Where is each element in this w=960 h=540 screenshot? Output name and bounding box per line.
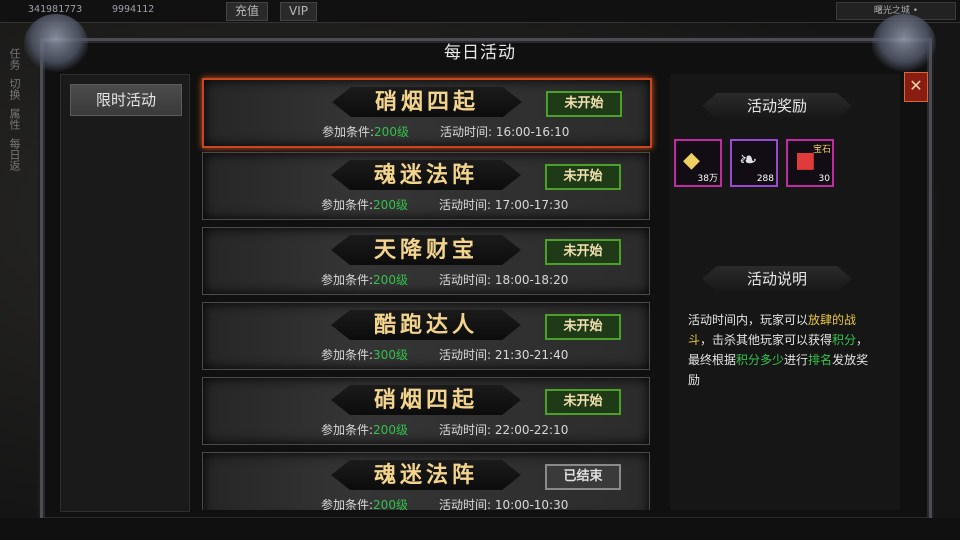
activity-card[interactable]: 硝烟四起 未开始 参加条件:200级 活动时间: 22:00-22:10 bbox=[202, 377, 650, 445]
activity-card[interactable]: 天降财宝 未开始 参加条件:200级 活动时间: 18:00-18:20 bbox=[202, 227, 650, 295]
reward-slot[interactable]: ■ 宝石 30 bbox=[786, 139, 834, 187]
description-title: 活动说明 bbox=[702, 266, 852, 292]
vip-button[interactable]: VIP bbox=[280, 2, 317, 21]
desc-part: 进行 bbox=[784, 353, 809, 367]
time-label: 活动时间: bbox=[439, 348, 492, 362]
status-button[interactable]: 未开始 bbox=[545, 314, 621, 340]
requirement: 参加条件:200级 bbox=[321, 271, 408, 288]
requirement: 参加条件:200级 bbox=[322, 123, 409, 140]
activity-name: 天降财宝 bbox=[373, 237, 478, 263]
close-button[interactable]: ✕ bbox=[904, 72, 928, 102]
activity-card[interactable]: 硝烟四起 未开始 参加条件:200级 活动时间: 16:00-16:10 bbox=[202, 78, 652, 148]
activity-time: 活动时间: 17:00-17:30 bbox=[439, 196, 568, 213]
requirement-level: 200级 bbox=[373, 423, 408, 437]
window-title-bar: 每日活动 bbox=[352, 38, 608, 68]
activity-time: 活动时间: 22:00-22:10 bbox=[439, 421, 568, 438]
tab-column bbox=[60, 74, 190, 512]
side-label-task[interactable]: 任务 bbox=[6, 48, 22, 70]
reward-slot[interactable]: ◆ 38万 bbox=[674, 139, 722, 187]
requirement: 参加条件:200级 bbox=[321, 421, 408, 438]
tab-limited-activity[interactable]: 限时活动 bbox=[70, 84, 182, 116]
dragon-ornament-left-icon bbox=[24, 14, 88, 74]
rewards-title: 活动奖励 bbox=[702, 93, 852, 119]
activity-name: 酷跑达人 bbox=[373, 312, 478, 338]
time-label: 活动时间: bbox=[439, 423, 492, 437]
feather-icon: ❧ bbox=[739, 148, 758, 173]
activity-time: 活动时间: 10:00-10:30 bbox=[439, 496, 568, 510]
desc-part-highlight: 积分 bbox=[832, 333, 857, 347]
status-button-ended[interactable]: 已结束 bbox=[545, 464, 621, 490]
bottom-hud bbox=[0, 518, 960, 540]
requirement-level: 300级 bbox=[373, 348, 408, 362]
status-button[interactable]: 未开始 bbox=[545, 164, 621, 190]
side-label-daily[interactable]: 每日返 bbox=[6, 138, 22, 171]
activity-name: 硝烟四起 bbox=[374, 89, 479, 115]
activity-card[interactable]: 魂迷法阵 未开始 参加条件:200级 活动时间: 17:00-17:30 bbox=[202, 152, 650, 220]
activity-name: 魂迷法阵 bbox=[373, 162, 478, 188]
activity-name: 硝烟四起 bbox=[373, 387, 478, 413]
hud-value-b: 9994112 bbox=[112, 4, 155, 15]
reward-count: 38万 bbox=[697, 174, 718, 184]
desc-part: 活动时间内，玩家可以 bbox=[688, 313, 809, 327]
requirement-label: 参加条件: bbox=[321, 273, 374, 287]
reward-tag: 宝石 bbox=[812, 145, 831, 155]
status-button[interactable]: 未开始 bbox=[546, 91, 622, 117]
reward-count: 288 bbox=[756, 174, 774, 184]
requirement-level: 200级 bbox=[374, 125, 409, 139]
time-value: 16:00-16:10 bbox=[495, 125, 570, 139]
requirement: 参加条件:200级 bbox=[321, 196, 408, 213]
requirement-level: 200级 bbox=[373, 273, 408, 287]
side-label-attr[interactable]: 属性 bbox=[6, 108, 22, 130]
dragon-ornament-right-icon bbox=[872, 14, 936, 74]
recharge-button[interactable]: 充值 bbox=[226, 2, 269, 21]
window-title: 每日活动 bbox=[444, 43, 516, 63]
top-hud: 341981773 9994112 充值 VIP 曙光之城 • bbox=[0, 0, 960, 23]
requirement-label: 参加条件: bbox=[321, 198, 374, 212]
requirement-level: 200级 bbox=[373, 498, 408, 510]
time-value: 21:30-21:40 bbox=[494, 348, 569, 362]
requirement-label: 参加条件: bbox=[322, 125, 375, 139]
status-button[interactable]: 未开始 bbox=[545, 239, 621, 265]
activity-time: 活动时间: 18:00-18:20 bbox=[439, 271, 568, 288]
requirement: 参加条件:300级 bbox=[321, 346, 408, 363]
desc-part-highlight: 积分多少 bbox=[736, 353, 785, 367]
time-label: 活动时间: bbox=[439, 498, 492, 510]
reward-slot[interactable]: ❧ 288 bbox=[730, 139, 778, 187]
time-label: 活动时间: bbox=[439, 273, 492, 287]
desc-part: ，击杀其他玩家可以获得 bbox=[700, 333, 833, 347]
activity-description: 活动时间内，玩家可以放肆的战斗，击杀其他玩家可以获得积分，最终根据积分多少进行排… bbox=[688, 310, 878, 390]
time-value: 18:00-18:20 bbox=[494, 273, 569, 287]
requirement: 参加条件:200级 bbox=[321, 496, 408, 510]
requirement-label: 参加条件: bbox=[321, 348, 374, 362]
reward-count: 30 bbox=[818, 174, 830, 184]
activity-list[interactable]: 硝烟四起 未开始 参加条件:200级 活动时间: 16:00-16:10 魂迷法… bbox=[196, 72, 662, 510]
activity-name: 魂迷法阵 bbox=[373, 462, 478, 488]
side-label-switch[interactable]: 切换 bbox=[6, 78, 22, 100]
activity-card[interactable]: 魂迷法阵 已结束 参加条件:200级 活动时间: 10:00-10:30 bbox=[202, 452, 650, 510]
requirement-level: 200级 bbox=[373, 198, 408, 212]
requirement-label: 参加条件: bbox=[321, 423, 374, 437]
time-value: 10:00-10:30 bbox=[494, 498, 569, 510]
time-value: 17:00-17:30 bbox=[494, 198, 569, 212]
activity-card[interactable]: 酷跑达人 未开始 参加条件:300级 活动时间: 21:30-21:40 bbox=[202, 302, 650, 370]
requirement-label: 参加条件: bbox=[321, 498, 374, 510]
status-button[interactable]: 未开始 bbox=[545, 389, 621, 415]
desc-part-highlight: 排名 bbox=[808, 353, 833, 367]
time-label: 活动时间: bbox=[439, 198, 492, 212]
time-label: 活动时间: bbox=[440, 125, 493, 139]
time-value: 22:00-22:10 bbox=[494, 423, 569, 437]
activity-time: 活动时间: 21:30-21:40 bbox=[439, 346, 568, 363]
activity-time: 活动时间: 16:00-16:10 bbox=[440, 123, 569, 140]
